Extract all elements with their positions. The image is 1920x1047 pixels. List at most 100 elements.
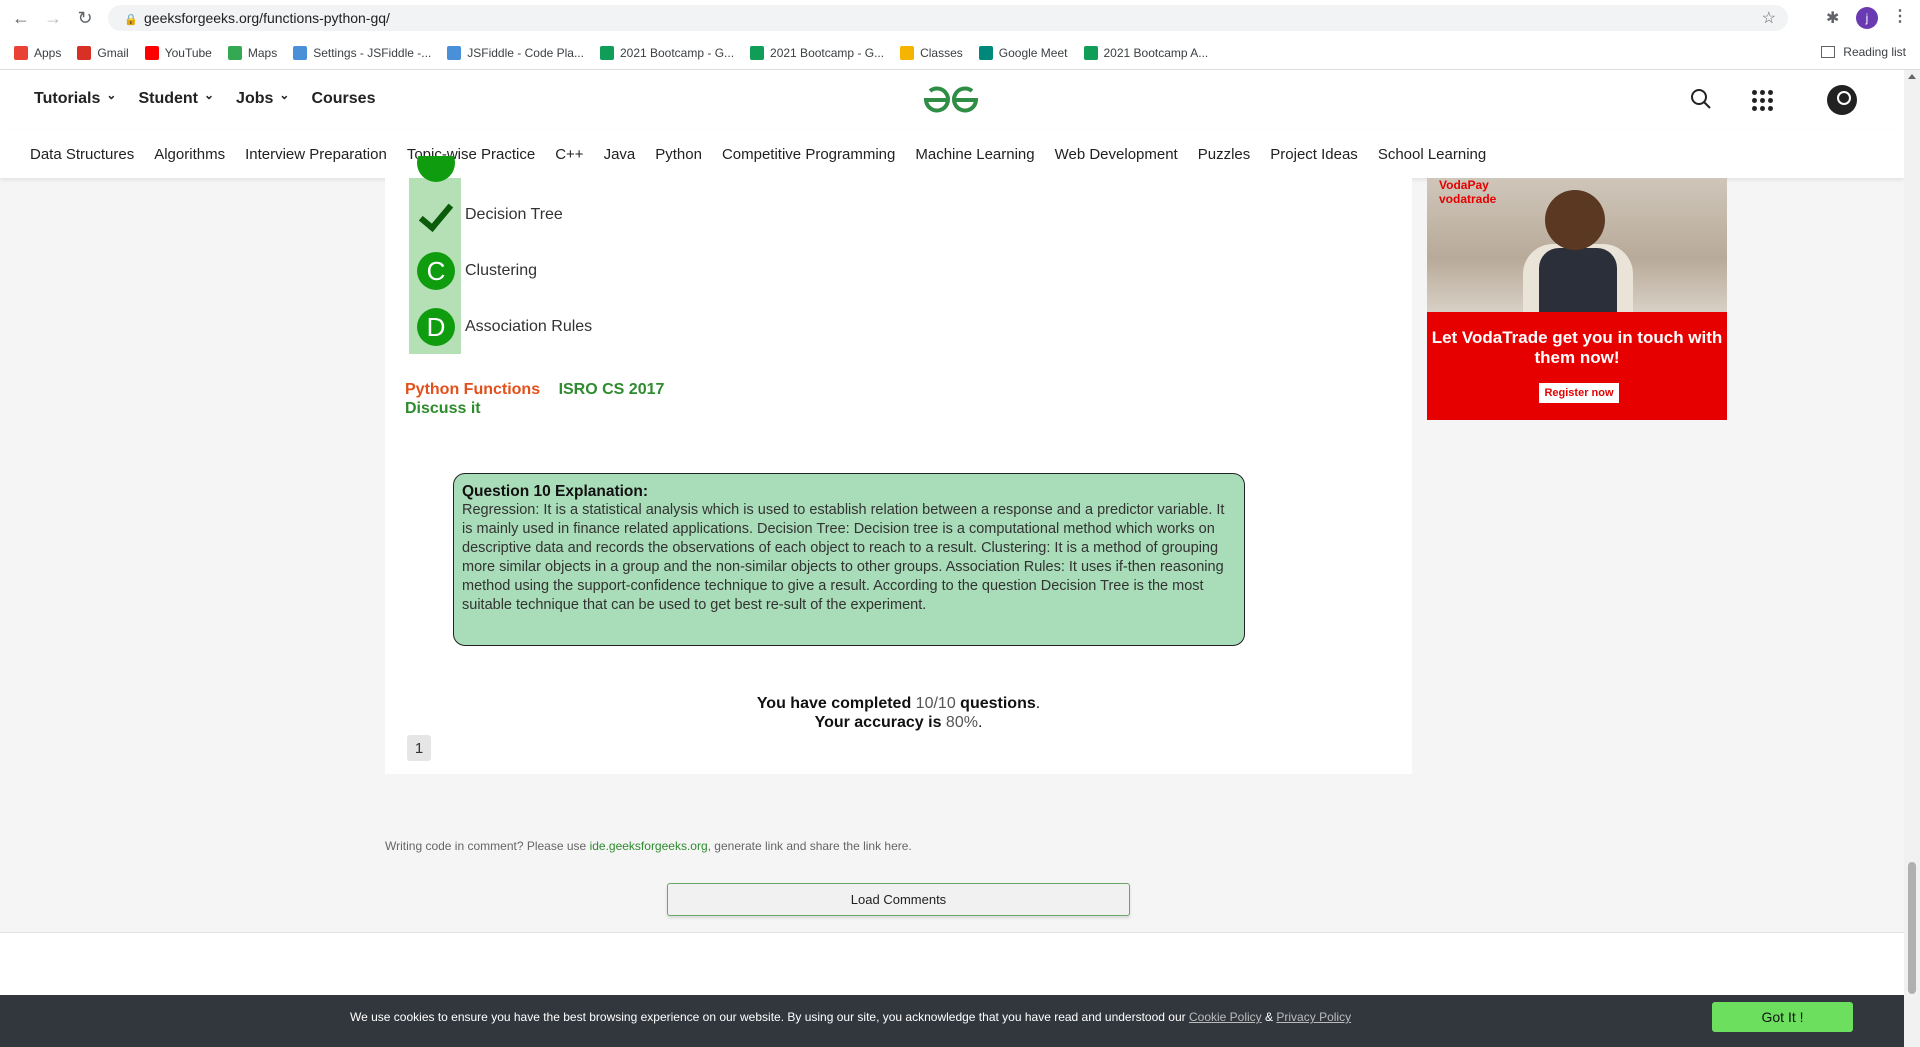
bookmark-item[interactable]: 2021 Bootcamp - G... bbox=[750, 45, 885, 60]
privacy-policy-link[interactable]: Privacy Policy bbox=[1276, 1010, 1351, 1024]
bookmark-label: 2021 Bootcamp - G... bbox=[770, 45, 885, 60]
bookmark-favicon-icon bbox=[599, 45, 614, 60]
bookmark-item[interactable]: Gmail bbox=[77, 45, 129, 60]
topic-navbar: Data Structures Algorithms Interview Prepa… bbox=[0, 130, 1904, 178]
cookie-policy-link[interactable]: Cookie Policy bbox=[1189, 1010, 1262, 1024]
bookmark-label: Apps bbox=[34, 45, 62, 60]
bookmark-item[interactable]: Apps bbox=[14, 45, 62, 60]
search-icon[interactable] bbox=[1690, 88, 1712, 115]
option-label: Association Rules bbox=[465, 318, 593, 335]
apps-grid-icon[interactable] bbox=[1752, 90, 1773, 111]
chevron-down-icon: ⌄ bbox=[106, 88, 117, 102]
reload-icon[interactable]: ↻ bbox=[74, 7, 96, 29]
tag-python-functions[interactable]: Python Functions bbox=[405, 381, 540, 398]
topic-nav-item[interactable]: Machine Learning bbox=[915, 146, 1034, 163]
bookmark-star-icon[interactable]: ☆ bbox=[1762, 8, 1776, 28]
header-menu-item[interactable]: Tutorials ⌄ bbox=[34, 88, 117, 108]
page-scrollbar[interactable] bbox=[1904, 70, 1920, 1047]
bookmarks-bar: Apps Gmail YouTube Maps Settings - JSFiddle … bbox=[0, 36, 1920, 70]
cookie-text: We use cookies to ensure you have the be… bbox=[350, 1010, 1351, 1024]
bookmark-favicon-icon bbox=[750, 45, 765, 60]
bookmark-favicon-icon bbox=[293, 45, 308, 60]
topic-nav-item[interactable]: Puzzles bbox=[1198, 146, 1251, 163]
chevron-down-icon: ⌄ bbox=[279, 88, 290, 102]
topic-nav-item[interactable]: Web Development bbox=[1055, 146, 1178, 163]
explanation-title: Question 10 Explanation: bbox=[462, 483, 649, 500]
option-c-bubble: C bbox=[417, 252, 455, 290]
topic-nav-item[interactable]: Algorithms bbox=[154, 146, 225, 163]
bookmark-item[interactable]: Maps bbox=[227, 45, 278, 60]
tag-isro-cs-2017[interactable]: ISRO CS 2017 bbox=[559, 381, 665, 398]
quiz-content: Decision Tree C Clustering D Association… bbox=[385, 156, 1412, 774]
url-text[interactable]: geeksforgeeks.org/functions-python-gq/ bbox=[144, 10, 390, 26]
topic-nav-item[interactable]: Competitive Programming bbox=[722, 146, 895, 163]
bookmark-favicon-icon bbox=[978, 45, 993, 60]
discuss-link[interactable]: Discuss it bbox=[405, 400, 481, 418]
site-header: Tutorials ⌄ Student ⌄ Jobs ⌄ Courses bbox=[0, 70, 1904, 130]
option-d-bubble: D bbox=[417, 308, 455, 346]
bookmark-favicon-icon bbox=[900, 45, 915, 60]
topic-nav-item[interactable]: Interview Preparation bbox=[245, 146, 387, 163]
bookmark-label: 2021 Bootcamp - G... bbox=[619, 45, 735, 60]
ad-person-head bbox=[1545, 190, 1605, 250]
ad-headline: Let VodaTrade get you in touch with them… bbox=[1431, 328, 1723, 367]
back-icon[interactable]: ← bbox=[10, 7, 32, 29]
reading-list-icon bbox=[1821, 46, 1836, 58]
got-it-button[interactable]: Got It ! bbox=[1712, 1002, 1853, 1032]
option-clustering[interactable]: C Clustering bbox=[417, 252, 537, 290]
topic-nav-item[interactable]: C++ bbox=[555, 146, 583, 163]
topic-nav-item[interactable]: Python bbox=[655, 146, 702, 163]
gfg-logo[interactable] bbox=[922, 85, 980, 120]
browser-menu-icon[interactable]: ⋮ bbox=[1892, 6, 1908, 26]
header-menu-item[interactable]: Courses bbox=[311, 90, 375, 108]
bookmark-item[interactable]: 2021 Bootcamp A... bbox=[1083, 45, 1208, 60]
ad-brand-line2: vodatrade bbox=[1439, 192, 1497, 206]
load-comments-button[interactable]: Load Comments bbox=[667, 883, 1130, 916]
bookmark-item[interactable]: Classes bbox=[900, 45, 963, 60]
scroll-thumb[interactable] bbox=[1908, 862, 1916, 994]
ide-link[interactable]: ide.geeksforgeeks.org bbox=[590, 839, 708, 853]
accuracy-value: 80% bbox=[945, 714, 978, 731]
bookmark-label: Gmail bbox=[97, 45, 129, 60]
address-bar[interactable]: 🔒 geeksforgeeks.org/functions-python-gq/… bbox=[108, 5, 1788, 31]
extensions-icon[interactable]: ✱ bbox=[1826, 8, 1839, 28]
user-account-icon[interactable] bbox=[1827, 85, 1857, 115]
topic-nav-item[interactable]: Project Ideas bbox=[1270, 146, 1358, 163]
page-button-1[interactable]: 1 bbox=[407, 735, 431, 761]
header-menu-label: Jobs bbox=[236, 90, 274, 107]
vodatrade-ad[interactable]: VodaPay vodatrade Let VodaTrade get you … bbox=[1427, 178, 1727, 420]
option-association-rules[interactable]: D Association Rules bbox=[417, 308, 592, 346]
bookmark-item[interactable]: YouTube bbox=[144, 45, 212, 60]
topic-nav-item[interactable]: Data Structures bbox=[30, 146, 134, 163]
header-menu-label: Tutorials bbox=[34, 90, 101, 107]
cookie-banner: We use cookies to ensure you have the be… bbox=[0, 995, 1904, 1047]
bookmark-label: Maps bbox=[247, 45, 278, 60]
accuracy-prefix: Your accuracy is bbox=[814, 714, 942, 731]
comment-note: Writing code in comment? Please use ide.… bbox=[385, 839, 912, 853]
ad-brand-line1: VodaPay bbox=[1439, 178, 1489, 192]
completed-prefix: You have completed bbox=[756, 695, 912, 712]
bookmark-label: Settings - JSFiddle -... bbox=[313, 45, 432, 60]
bookmark-label: Google Meet bbox=[998, 45, 1068, 60]
header-menu-item[interactable]: Student ⌄ bbox=[138, 88, 214, 108]
header-menu-item[interactable]: Jobs ⌄ bbox=[236, 88, 290, 108]
bookmark-item[interactable]: 2021 Bootcamp - G... bbox=[599, 45, 735, 60]
profile-avatar[interactable]: j bbox=[1856, 7, 1878, 29]
comment-note-prefix: Writing code in comment? Please use bbox=[385, 839, 587, 853]
topic-nav-item[interactable]: Java bbox=[604, 146, 636, 163]
forward-icon[interactable]: → bbox=[42, 7, 64, 29]
scroll-up-icon[interactable] bbox=[1908, 74, 1916, 79]
bookmark-favicon-icon bbox=[1083, 45, 1098, 60]
topic-nav-item[interactable]: School Learning bbox=[1378, 146, 1486, 163]
ad-register-button[interactable]: Register now bbox=[1539, 383, 1619, 403]
bookmark-item[interactable]: Settings - JSFiddle -... bbox=[293, 45, 432, 60]
reading-list-button[interactable]: Reading list bbox=[1821, 45, 1906, 59]
header-menu-label: Courses bbox=[311, 90, 376, 107]
bookmark-label: YouTube bbox=[164, 45, 212, 60]
option-decision-tree[interactable]: Decision Tree bbox=[417, 196, 563, 234]
bookmark-item[interactable]: JSFiddle - Code Pla... bbox=[447, 45, 584, 60]
bookmark-favicon-icon bbox=[447, 45, 462, 60]
bookmark-item[interactable]: Google Meet bbox=[978, 45, 1068, 60]
ad-image: VodaPay vodatrade bbox=[1427, 178, 1727, 312]
bookmark-favicon-icon bbox=[227, 45, 242, 60]
